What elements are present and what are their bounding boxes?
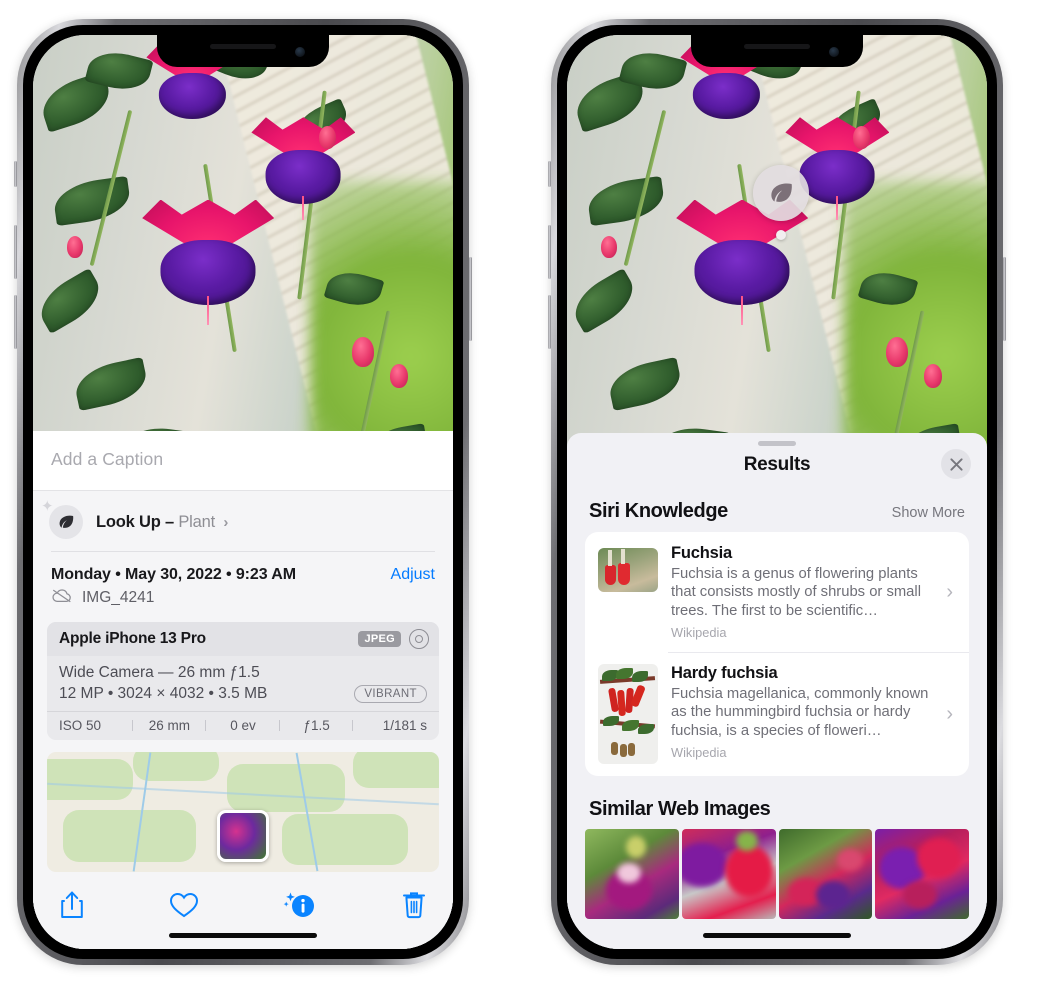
- similar-image-4[interactable]: [875, 829, 969, 920]
- visual-lookup-badge[interactable]: [753, 165, 809, 221]
- cloud-slash-icon: [51, 588, 73, 608]
- earpiece-speaker: [744, 44, 810, 49]
- similar-image-2[interactable]: [681, 829, 776, 920]
- favorite-button[interactable]: [169, 891, 199, 919]
- silent-switch[interactable]: [548, 161, 551, 187]
- caption-input[interactable]: Add a Caption: [51, 449, 435, 470]
- file-name: IMG_4241: [82, 589, 155, 606]
- knowledge-description: Fuchsia is a genus of flowering plants t…: [671, 566, 921, 619]
- knowledge-source: Wikipedia: [671, 625, 727, 641]
- volume-down-button[interactable]: [548, 295, 551, 349]
- knowledge-item-fuchsia[interactable]: Fuchsia Fuchsia is a genus of flowering …: [585, 532, 969, 652]
- similar-image-1[interactable]: [585, 829, 679, 920]
- exif-exposure: 0 ev: [205, 718, 280, 733]
- front-camera: [295, 47, 305, 57]
- location-map-card[interactable]: [47, 752, 439, 872]
- show-more-button[interactable]: Show More: [892, 505, 965, 521]
- look-up-title: Look Up –: [96, 512, 174, 531]
- chevron-right-icon: ›: [946, 702, 953, 725]
- look-up-row[interactable]: ✦ Look Up – Plant ›: [33, 491, 453, 552]
- look-up-subject: Plant: [178, 512, 215, 531]
- exif-row: ISO 50 26 mm 0 ev ƒ1.5 1/181 s: [47, 711, 439, 740]
- image-specs: 12 MP • 3024 × 4032 • 3.5 MB: [59, 685, 268, 702]
- photo-info-sheet: Add a Caption ✦ Look Up – Plant › Monday…: [33, 431, 453, 949]
- map-photo-pin: [217, 810, 269, 862]
- knowledge-thumbnail: [598, 548, 658, 592]
- look-up-label: Look Up – Plant ›: [96, 513, 228, 532]
- device-bezel-left: Add a Caption ✦ Look Up – Plant › Monday…: [23, 25, 463, 959]
- caption-field-row[interactable]: Add a Caption: [33, 431, 453, 491]
- leaf-icon: [771, 183, 792, 202]
- results-header: Results: [567, 446, 987, 479]
- knowledge-item-hardy-fuchsia[interactable]: Hardy fuchsia Fuchsia magellanica, commo…: [585, 652, 969, 776]
- screen-left: Add a Caption ✦ Look Up – Plant › Monday…: [33, 35, 453, 949]
- camera-card-body: Wide Camera — 26 mm ƒ1.5 12 MP • 3024 × …: [47, 656, 439, 711]
- file-row: IMG_4241: [33, 584, 453, 620]
- earpiece-speaker: [210, 44, 276, 49]
- siri-knowledge-card: Fuchsia Fuchsia is a genus of flowering …: [585, 532, 969, 777]
- knowledge-title: Hardy fuchsia: [671, 664, 778, 683]
- chevron-right-icon: ›: [946, 580, 953, 603]
- chevron-right-icon: ›: [223, 513, 229, 531]
- knowledge-thumbnail: [598, 664, 658, 765]
- device-bezel-right: Results Siri Knowledge Show More Fuchsia…: [557, 25, 997, 959]
- leaf-icon: ✦: [41, 499, 83, 539]
- knowledge-description: Fuchsia magellanica, commonly known as t…: [671, 686, 929, 739]
- adjust-button[interactable]: Adjust: [391, 566, 435, 584]
- power-button[interactable]: [1003, 257, 1006, 341]
- device-notch-left: [157, 35, 329, 67]
- power-button[interactable]: [469, 257, 472, 341]
- volume-down-button[interactable]: [14, 295, 17, 349]
- file-format-badge: JPEG: [358, 631, 401, 647]
- similar-web-images-strip[interactable]: [567, 829, 987, 920]
- info-button[interactable]: [283, 889, 317, 921]
- camera-card-badges: JPEG: [358, 629, 429, 649]
- volume-up-button[interactable]: [14, 225, 17, 279]
- home-indicator-left[interactable]: [169, 933, 317, 938]
- visual-lookup-anchor-dot: [776, 230, 786, 240]
- knowledge-item-body: Fuchsia Fuchsia is a genus of flowering …: [671, 544, 933, 640]
- iphone-device-right: Results Siri Knowledge Show More Fuchsia…: [548, 19, 1006, 965]
- results-sheet: Results Siri Knowledge Show More Fuchsia…: [567, 433, 987, 949]
- exif-shutter: 1/181 s: [352, 718, 427, 733]
- exif-aperture: ƒ1.5: [278, 718, 354, 733]
- results-title: Results: [743, 454, 811, 475]
- photo-date: Monday • May 30, 2022 • 9:23 AM: [51, 566, 296, 583]
- volume-up-button[interactable]: [548, 225, 551, 279]
- sparkle-icon: ✦: [41, 498, 54, 515]
- aperture-icon: [409, 629, 429, 649]
- date-row: Monday • May 30, 2022 • 9:23 AM Adjust: [33, 552, 453, 584]
- home-indicator-right[interactable]: [703, 933, 851, 938]
- close-icon: [949, 457, 963, 471]
- screenshot-stage: Add a Caption ✦ Look Up – Plant › Monday…: [0, 0, 1055, 985]
- knowledge-title: Fuchsia: [671, 544, 732, 562]
- close-button[interactable]: [941, 449, 971, 479]
- exif-iso: ISO 50: [59, 718, 102, 733]
- camera-info-card[interactable]: Apple iPhone 13 Pro JPEG Wide Camera — 2…: [47, 622, 439, 740]
- silent-switch[interactable]: [14, 161, 17, 187]
- front-camera: [829, 47, 839, 57]
- share-button[interactable]: [59, 890, 85, 920]
- device-notch-right: [691, 35, 863, 67]
- delete-button[interactable]: [401, 890, 427, 920]
- iphone-device-left: Add a Caption ✦ Look Up – Plant › Monday…: [14, 19, 472, 965]
- knowledge-item-body: Hardy fuchsia Fuchsia magellanica, commo…: [671, 664, 933, 760]
- similar-web-images-title: Similar Web Images: [589, 798, 771, 821]
- exif-focal: 26 mm: [131, 718, 207, 733]
- knowledge-source: Wikipedia: [671, 745, 727, 761]
- similar-image-3[interactable]: [778, 829, 873, 920]
- photographic-style-badge: VIBRANT: [354, 685, 427, 703]
- camera-model: Apple iPhone 13 Pro: [59, 630, 206, 647]
- camera-card-header: Apple iPhone 13 Pro JPEG: [47, 622, 439, 656]
- siri-knowledge-title: Siri Knowledge: [589, 500, 728, 522]
- screen-right: Results Siri Knowledge Show More Fuchsia…: [567, 35, 987, 949]
- lens-info: Wide Camera — 26 mm ƒ1.5: [59, 664, 260, 681]
- siri-knowledge-header: Siri Knowledge Show More: [567, 478, 987, 532]
